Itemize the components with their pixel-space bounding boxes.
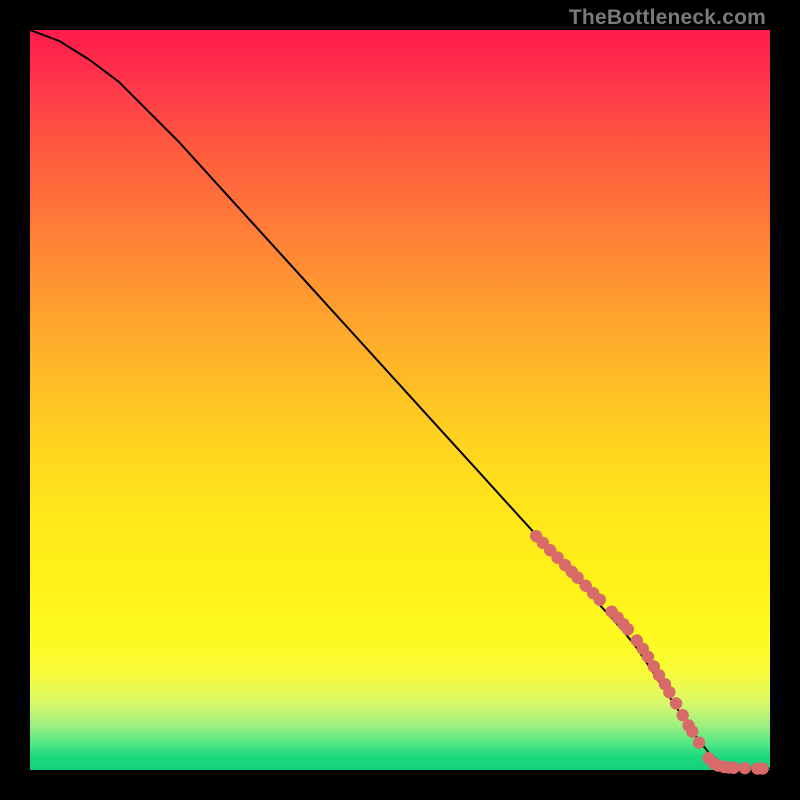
chart-frame: TheBottleneck.com [0, 0, 800, 800]
bottleneck-curve [30, 30, 770, 769]
data-marker [676, 709, 688, 721]
data-markers-group [530, 530, 769, 775]
data-marker [739, 762, 751, 774]
gradient-plot-area [30, 30, 770, 770]
plot-overlay [30, 30, 770, 770]
data-marker [728, 762, 740, 774]
watermark-label: TheBottleneck.com [569, 6, 766, 30]
data-marker [622, 623, 634, 635]
data-marker [594, 594, 606, 606]
data-marker [663, 686, 675, 698]
data-marker [686, 725, 698, 737]
data-marker [756, 762, 768, 774]
data-marker [670, 697, 682, 709]
data-marker [693, 736, 705, 748]
